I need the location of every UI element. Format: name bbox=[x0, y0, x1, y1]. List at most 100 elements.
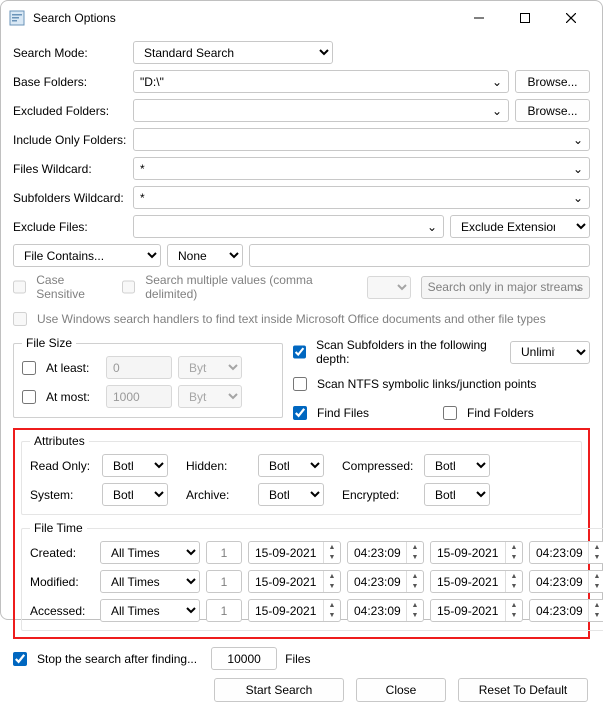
spin-down-icon[interactable]: ▼ bbox=[324, 611, 340, 622]
hidden-select[interactable]: Both bbox=[258, 454, 324, 477]
spin-up-icon[interactable]: ▲ bbox=[407, 542, 423, 553]
depth-select[interactable]: Unlimited bbox=[510, 341, 590, 364]
spin-up-icon[interactable]: ▲ bbox=[324, 571, 340, 582]
spin-down-icon[interactable]: ▼ bbox=[506, 582, 522, 593]
or-select[interactable]: Or bbox=[367, 276, 411, 299]
scan-ntfs-label: Scan NTFS symbolic links/junction points bbox=[317, 377, 536, 391]
at-most-check[interactable]: At most: bbox=[22, 390, 106, 404]
excluded-folders-combo[interactable]: ⌄ bbox=[133, 99, 509, 122]
at-least-unit[interactable]: Bytes bbox=[178, 356, 242, 379]
excluded-folders-label: Excluded Folders: bbox=[13, 104, 133, 118]
created-from-time-text: 04:23:09 bbox=[348, 546, 406, 560]
scan-subfolders-check[interactable]: Scan Subfolders in the following depth: bbox=[293, 338, 510, 366]
spin-down-icon[interactable]: ▼ bbox=[407, 553, 423, 564]
include-only-combo[interactable]: ⌄ bbox=[133, 128, 590, 151]
modified-mode-select[interactable]: All Times bbox=[100, 570, 200, 593]
spin-down-icon[interactable]: ▼ bbox=[407, 611, 423, 622]
spin-up-icon[interactable]: ▲ bbox=[407, 600, 423, 611]
spin-down-icon[interactable]: ▼ bbox=[589, 611, 603, 622]
base-folders-label: Base Folders: bbox=[13, 75, 133, 89]
exclude-extensions-select[interactable]: Exclude Extensions List bbox=[450, 215, 590, 238]
windows-handlers-check[interactable]: Use Windows search handlers to find text… bbox=[13, 312, 546, 326]
accessed-from-date[interactable]: 15-09-2021▲▼ bbox=[248, 599, 341, 622]
accessed-to-time[interactable]: 04:23:09▲▼ bbox=[529, 599, 603, 622]
base-folders-combo[interactable]: "D:\" ⌄ bbox=[133, 70, 509, 93]
major-streams-combo[interactable]: Search only in major streams ⌄ bbox=[421, 276, 590, 299]
find-folders-label: Find Folders bbox=[467, 406, 534, 420]
spin-down-icon[interactable]: ▼ bbox=[324, 582, 340, 593]
titlebar: Search Options bbox=[1, 1, 602, 35]
start-search-button[interactable]: Start Search bbox=[214, 678, 344, 702]
encrypted-label: Encrypted: bbox=[342, 488, 424, 502]
multi-values-check[interactable]: Search multiple values (comma delimited) bbox=[122, 273, 357, 301]
created-mode-select[interactable]: All Times bbox=[100, 541, 200, 564]
accessed-from-time[interactable]: 04:23:09▲▼ bbox=[347, 599, 424, 622]
minimize-button[interactable] bbox=[456, 3, 502, 33]
at-least-check[interactable]: At least: bbox=[22, 361, 106, 375]
archive-select[interactable]: Both bbox=[258, 483, 324, 506]
stop-after-input[interactable] bbox=[211, 647, 277, 670]
spin-down-icon[interactable]: ▼ bbox=[589, 553, 603, 564]
created-label: Created: bbox=[30, 546, 94, 560]
spin-down-icon[interactable]: ▼ bbox=[407, 582, 423, 593]
spin-up-icon[interactable]: ▲ bbox=[324, 600, 340, 611]
created-from-date[interactable]: 15-09-2021▲▼ bbox=[248, 541, 341, 564]
attributes-group: Attributes Read Only: Both Hidden: Both … bbox=[21, 434, 582, 515]
spin-down-icon[interactable]: ▼ bbox=[324, 553, 340, 564]
spin-up-icon[interactable]: ▲ bbox=[589, 542, 603, 553]
accessed-from-date-text: 15-09-2021 bbox=[249, 604, 323, 618]
modified-to-time[interactable]: 04:23:09▲▼ bbox=[529, 570, 603, 593]
archive-label: Archive: bbox=[186, 488, 258, 502]
stop-after-check[interactable]: Stop the search after finding... bbox=[13, 652, 197, 666]
file-time-legend: File Time bbox=[30, 521, 87, 535]
compressed-select[interactable]: Both bbox=[424, 454, 490, 477]
modified-from-time[interactable]: 04:23:09▲▼ bbox=[347, 570, 424, 593]
read-only-label: Read Only: bbox=[30, 459, 102, 473]
spin-up-icon[interactable]: ▲ bbox=[589, 571, 603, 582]
read-only-select[interactable]: Both bbox=[102, 454, 168, 477]
spin-down-icon[interactable]: ▼ bbox=[506, 553, 522, 564]
spin-up-icon[interactable]: ▲ bbox=[407, 571, 423, 582]
hidden-label: Hidden: bbox=[186, 459, 258, 473]
accessed-to-date-text: 15-09-2021 bbox=[431, 604, 505, 618]
include-only-label: Include Only Folders: bbox=[13, 133, 133, 147]
find-files-check[interactable]: Find Files bbox=[293, 406, 443, 420]
reset-default-button[interactable]: Reset To Default bbox=[458, 678, 588, 702]
scan-ntfs-check[interactable]: Scan NTFS symbolic links/junction points bbox=[293, 377, 536, 391]
encrypted-select[interactable]: Both bbox=[424, 483, 490, 506]
spin-up-icon[interactable]: ▲ bbox=[589, 600, 603, 611]
spin-down-icon[interactable]: ▼ bbox=[506, 611, 522, 622]
close-dialog-button[interactable]: Close bbox=[356, 678, 446, 702]
file-contains-select[interactable]: File Contains... bbox=[13, 244, 161, 267]
file-contains-mode-select[interactable]: None bbox=[167, 244, 243, 267]
system-select[interactable]: Both bbox=[102, 483, 168, 506]
accessed-to-date[interactable]: 15-09-2021▲▼ bbox=[430, 599, 523, 622]
maximize-button[interactable] bbox=[502, 3, 548, 33]
file-size-group: File Size At least: Bytes At most: Bytes bbox=[13, 336, 283, 418]
close-button[interactable] bbox=[548, 3, 594, 33]
spin-up-icon[interactable]: ▲ bbox=[506, 600, 522, 611]
subfolders-wildcard-combo[interactable]: * ⌄ bbox=[133, 186, 590, 209]
find-folders-check[interactable]: Find Folders bbox=[443, 406, 534, 420]
exclude-files-combo[interactable]: ⌄ bbox=[133, 215, 444, 238]
spin-up-icon[interactable]: ▲ bbox=[324, 542, 340, 553]
files-wildcard-combo[interactable]: * ⌄ bbox=[133, 157, 590, 180]
browse-excluded-button[interactable]: Browse... bbox=[515, 99, 590, 122]
scan-subfolders-label: Scan Subfolders in the following depth: bbox=[316, 338, 510, 366]
spin-down-icon[interactable]: ▼ bbox=[589, 582, 603, 593]
modified-from-date[interactable]: 15-09-2021▲▼ bbox=[248, 570, 341, 593]
spin-up-icon[interactable]: ▲ bbox=[506, 571, 522, 582]
created-from-time[interactable]: 04:23:09▲▼ bbox=[347, 541, 424, 564]
case-sensitive-check[interactable]: Case Sensitive bbox=[13, 273, 112, 301]
exclude-files-label: Exclude Files: bbox=[13, 220, 133, 234]
created-to-time[interactable]: 04:23:09▲▼ bbox=[529, 541, 603, 564]
modified-to-date[interactable]: 15-09-2021▲▼ bbox=[430, 570, 523, 593]
subfolders-wildcard-value: * bbox=[140, 191, 583, 205]
at-most-unit[interactable]: Bytes bbox=[178, 385, 242, 408]
subfolders-wildcard-label: Subfolders Wildcard: bbox=[13, 191, 133, 205]
search-mode-select[interactable]: Standard Search bbox=[133, 41, 333, 64]
accessed-mode-select[interactable]: All Times bbox=[100, 599, 200, 622]
created-to-date[interactable]: 15-09-2021▲▼ bbox=[430, 541, 523, 564]
spin-up-icon[interactable]: ▲ bbox=[506, 542, 522, 553]
browse-base-button[interactable]: Browse... bbox=[515, 70, 590, 93]
